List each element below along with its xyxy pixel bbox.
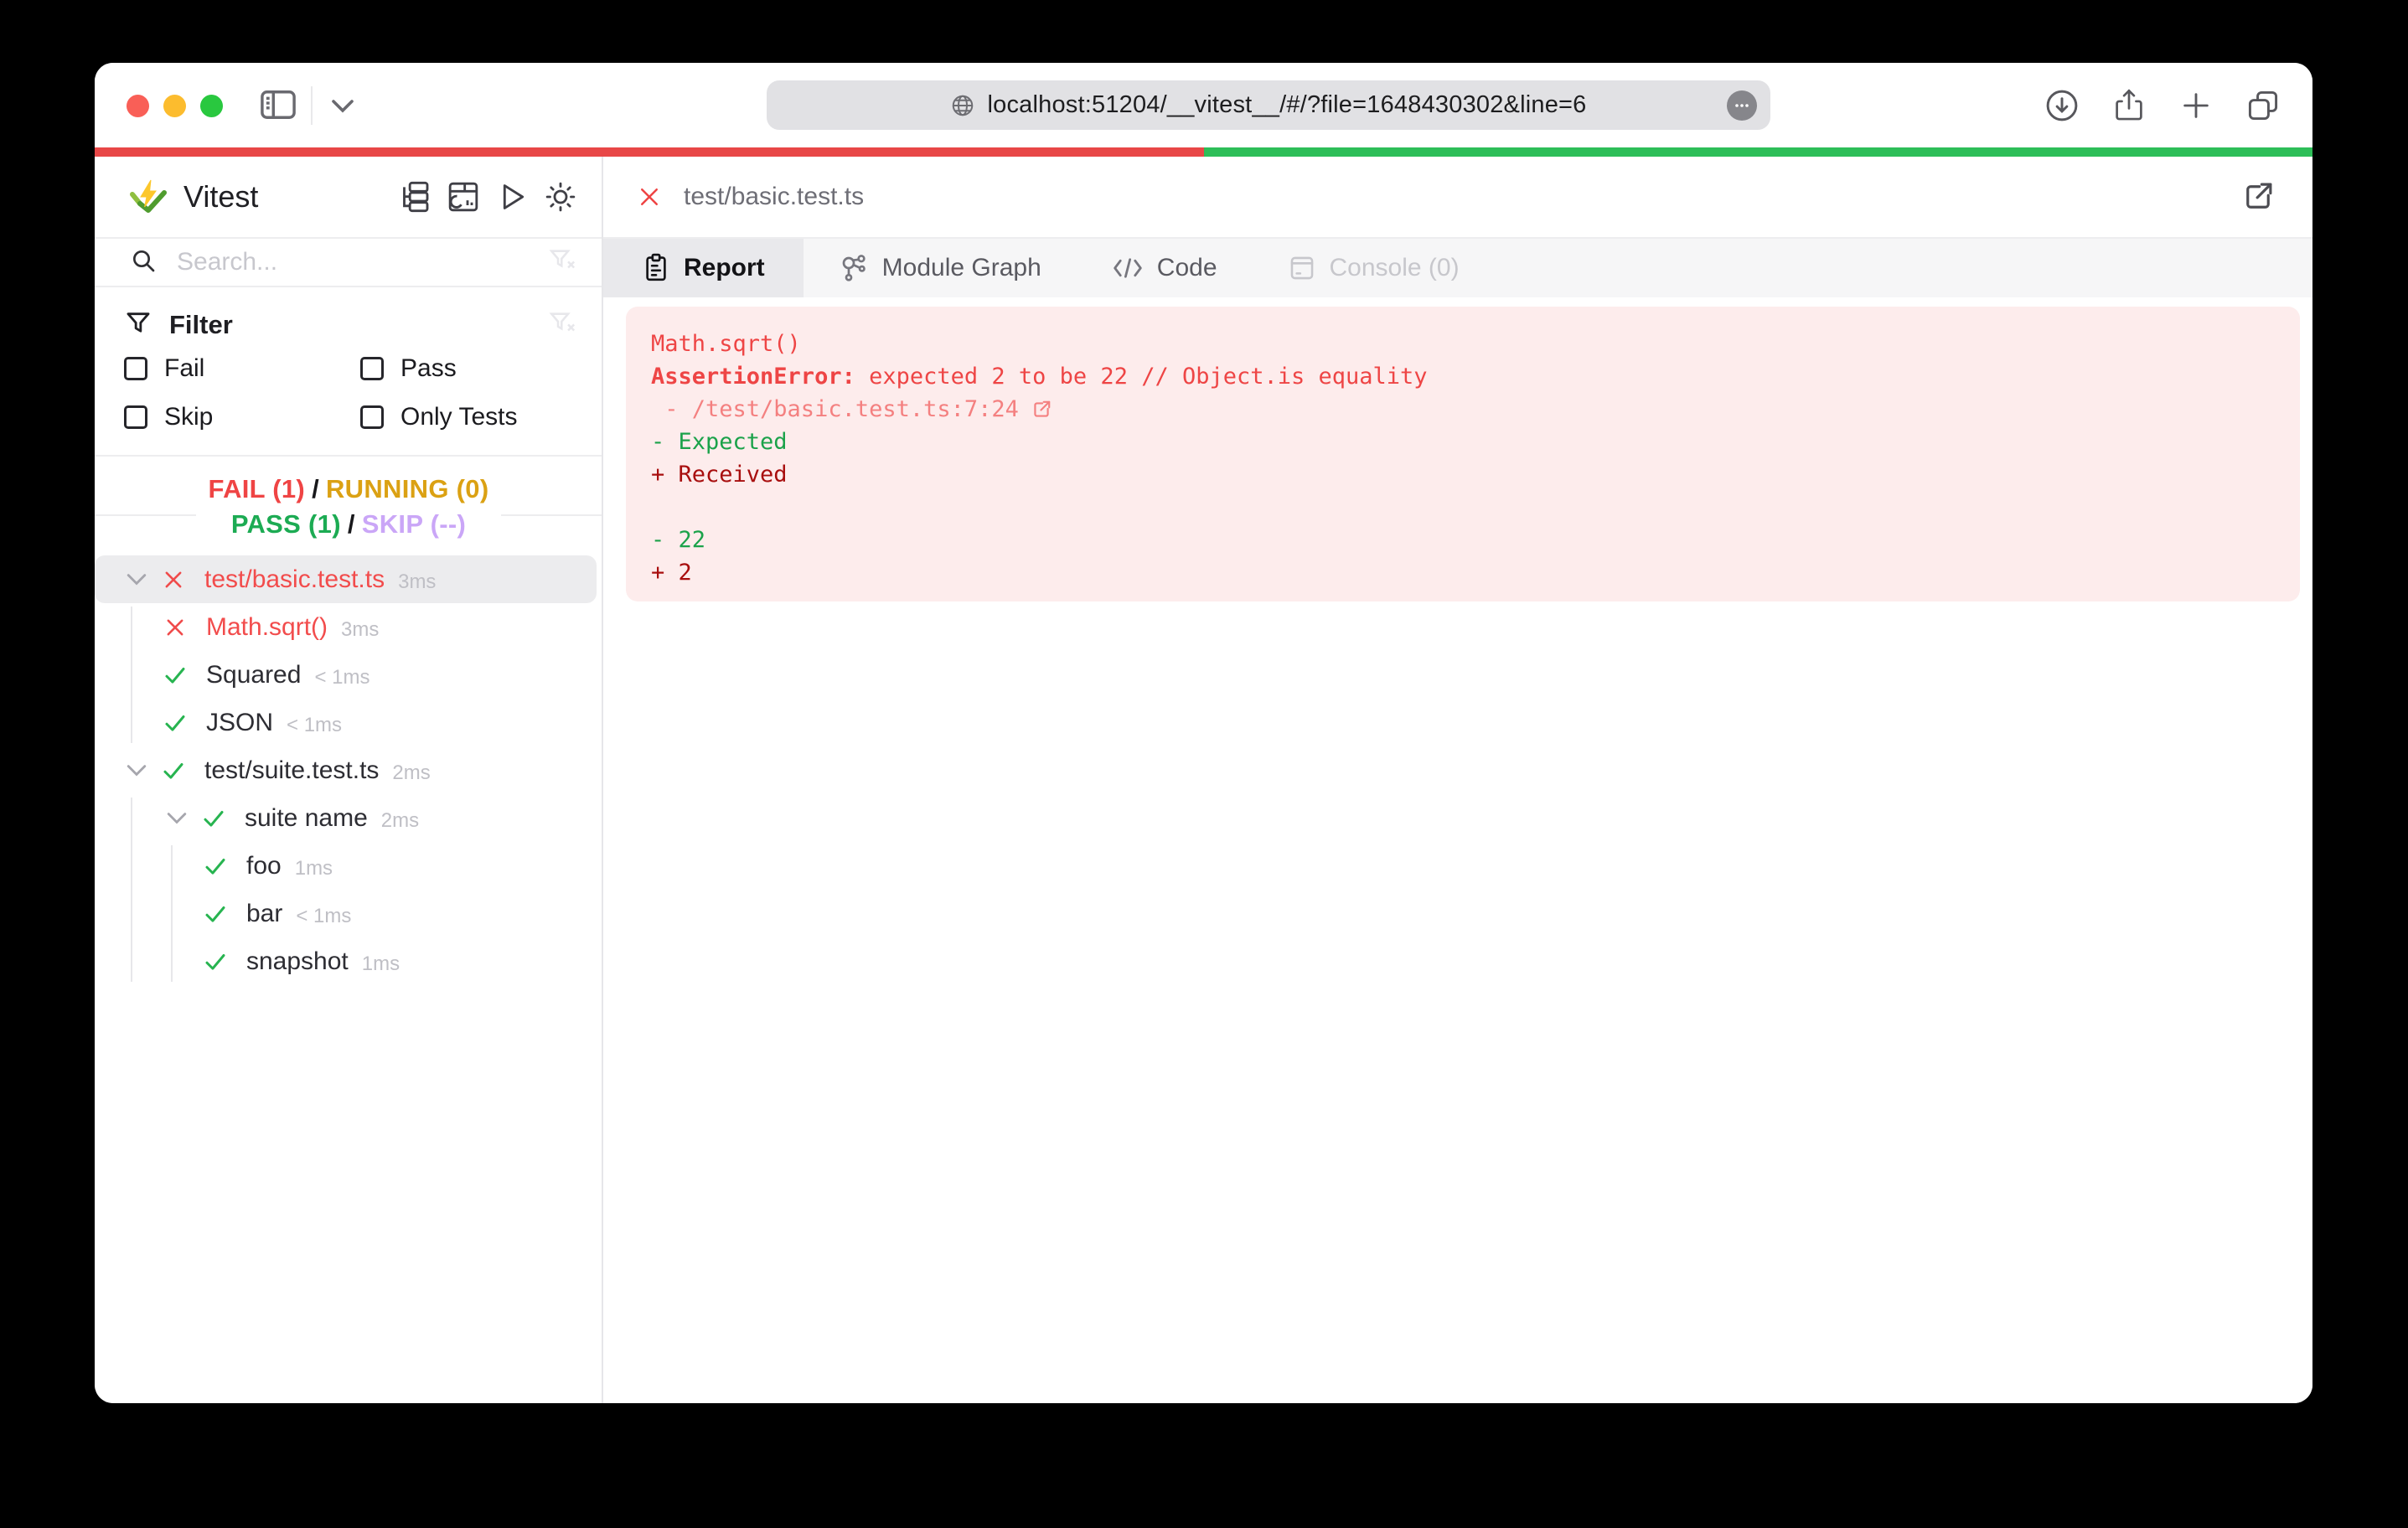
tree-item-test[interactable]: snapshot 1ms — [95, 937, 602, 985]
module-graph-icon — [839, 253, 869, 283]
browser-toolbar: localhost:51204/__vitest__/#/?file=16484… — [95, 63, 2312, 147]
url-text: localhost:51204/__vitest__/#/?file=16484… — [987, 91, 1587, 118]
console-icon — [1288, 254, 1316, 282]
tab-module-graph[interactable]: Module Graph — [804, 239, 1077, 297]
diff-expected-label: - Expected — [651, 429, 788, 455]
share-button[interactable] — [2110, 86, 2148, 125]
filter-icon — [124, 309, 152, 342]
downloads-button[interactable] — [2043, 86, 2081, 125]
test-progress-bar — [95, 147, 2312, 157]
fail-icon — [161, 616, 189, 639]
test-summary: FAIL (1) / RUNNING (0) PASS (1) / SKIP (--) — [95, 457, 602, 555]
pass-icon — [159, 758, 188, 783]
clear-search-icon[interactable] — [548, 246, 576, 279]
page-settings-button[interactable] — [1727, 90, 1757, 121]
search-icon — [130, 247, 157, 278]
filter-fail-checkbox[interactable]: Fail — [124, 351, 360, 386]
chevron-down-icon[interactable] — [124, 573, 149, 586]
window-controls — [127, 95, 223, 117]
sidebar-toggle-icon[interactable] — [259, 87, 297, 126]
diff-received-value: + 2 — [651, 560, 692, 586]
tree-item-test[interactable]: foo 1ms — [95, 842, 602, 890]
failed-test-name: Math.sqrt() — [651, 331, 801, 357]
sidebar-header: Vitest — [95, 157, 602, 239]
globe-icon — [950, 93, 975, 118]
error-message-line: AssertionError: expected 2 to be 22 // O… — [651, 364, 1428, 390]
filter-title: Filter — [169, 310, 233, 339]
sidebar: Vitest Search... Filter Fail Pass Skip O… — [95, 157, 603, 1403]
checkbox-icon[interactable] — [124, 357, 147, 380]
tab-console[interactable]: Console (0) — [1253, 239, 1495, 297]
view-tabs: Report Module Graph Code Console (0) — [603, 239, 2312, 297]
run-all-icon[interactable] — [494, 179, 530, 214]
filter-only-tests-checkbox[interactable]: Only Tests — [360, 400, 576, 435]
file-header: test/basic.test.ts — [603, 157, 2312, 239]
address-bar[interactable]: localhost:51204/__vitest__/#/?file=16484… — [767, 80, 1770, 130]
app-title: Vitest — [183, 179, 259, 214]
fail-icon — [637, 184, 662, 209]
test-tree: test/basic.test.ts 3ms Math.sqrt() 3ms S… — [95, 555, 602, 985]
clear-filter-icon[interactable] — [548, 309, 576, 342]
diff-received-label: + Received — [651, 462, 788, 488]
progress-pass-segment — [1203, 147, 2312, 157]
tree-item-suite[interactable]: suite name 2ms — [95, 794, 602, 842]
pass-icon — [199, 806, 228, 831]
open-in-editor-icon[interactable] — [1031, 399, 1052, 421]
pass-icon — [201, 854, 230, 879]
collapse-tree-icon[interactable] — [397, 179, 432, 214]
open-file-name: test/basic.test.ts — [684, 183, 865, 210]
diff-expected-value: - 22 — [651, 527, 706, 553]
code-icon — [1112, 255, 1144, 281]
fail-icon — [159, 568, 188, 591]
tree-item-file[interactable]: test/suite.test.ts 2ms — [95, 746, 602, 794]
error-report: Math.sqrt() AssertionError: expected 2 t… — [626, 307, 2300, 601]
main-panel: test/basic.test.ts Report Module Graph C… — [603, 157, 2312, 1403]
stack-frame-link[interactable]: - /test/basic.test.ts:7:24 — [651, 393, 2275, 426]
tab-report[interactable]: Report — [603, 239, 804, 297]
checkbox-icon[interactable] — [360, 357, 384, 380]
close-window-button[interactable] — [127, 95, 149, 117]
pass-icon — [161, 710, 189, 736]
vitest-logo-icon — [130, 179, 167, 213]
summary-line-2: PASS (1) / SKIP (--) — [230, 509, 467, 539]
toolbar-divider — [311, 86, 313, 125]
filter-pass-checkbox[interactable]: Pass — [360, 351, 576, 386]
checkbox-icon[interactable] — [360, 405, 384, 429]
summary-line-1: FAIL (1) / RUNNING (0) — [208, 474, 489, 503]
pass-icon — [201, 901, 230, 927]
search-row — [95, 239, 602, 287]
report-icon — [642, 253, 670, 283]
progress-fail-segment — [95, 147, 1204, 157]
tab-overview-button[interactable] — [2244, 86, 2282, 125]
tree-item-test[interactable]: bar < 1ms — [95, 890, 602, 937]
browser-window: localhost:51204/__vitest__/#/?file=16484… — [95, 63, 2312, 1403]
chevron-down-icon[interactable] — [331, 99, 354, 118]
search-input[interactable] — [177, 248, 548, 276]
filter-panel: Filter Fail Pass Skip Only Tests — [95, 287, 602, 457]
new-tab-button[interactable] — [2177, 86, 2215, 125]
theme-toggle-icon[interactable] — [543, 179, 578, 214]
tab-code[interactable]: Code — [1077, 239, 1253, 297]
minimize-window-button[interactable] — [163, 95, 186, 117]
tree-item-test[interactable]: Math.sqrt() 3ms — [95, 603, 602, 651]
maximize-window-button[interactable] — [200, 95, 223, 117]
tree-item-file[interactable]: test/basic.test.ts 3ms — [95, 555, 597, 603]
divider — [95, 514, 196, 516]
tree-item-test[interactable]: JSON < 1ms — [95, 699, 602, 746]
pass-icon — [201, 949, 230, 974]
checkbox-icon[interactable] — [124, 405, 147, 429]
open-in-editor-icon[interactable] — [2240, 179, 2276, 214]
dashboard-icon[interactable] — [446, 179, 481, 214]
filter-skip-checkbox[interactable]: Skip — [124, 400, 360, 435]
tree-item-test[interactable]: Squared < 1ms — [95, 651, 602, 699]
chevron-down-icon[interactable] — [164, 812, 189, 825]
pass-icon — [161, 663, 189, 688]
divider — [499, 514, 602, 516]
report-view: Math.sqrt() AssertionError: expected 2 t… — [603, 297, 2312, 1403]
chevron-down-icon[interactable] — [124, 764, 149, 777]
